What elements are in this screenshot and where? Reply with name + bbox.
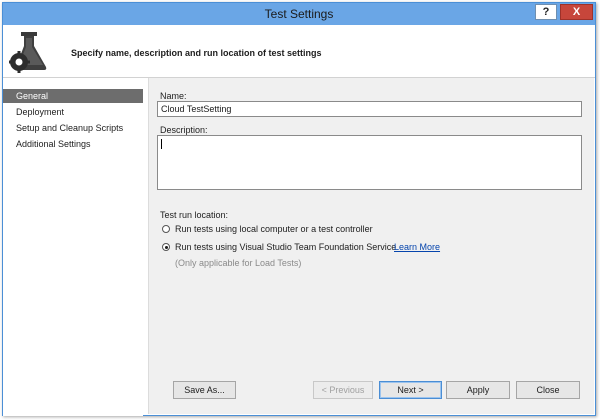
sidebar-item-additional-settings[interactable]: Additional Settings (3, 137, 143, 151)
sidebar-item-general[interactable]: General (3, 89, 143, 103)
apply-button[interactable]: Apply (446, 381, 510, 399)
local-computer-radio[interactable] (162, 225, 170, 233)
general-settings-panel: Name: Cloud TestSetting Description: Tes… (148, 78, 594, 414)
load-tests-note: (Only applicable for Load Tests) (175, 258, 302, 268)
window-title: Test Settings (264, 7, 334, 21)
team-foundation-service-option-label[interactable]: Run tests using Visual Studio Team Found… (175, 242, 396, 252)
description-label: Description: (160, 125, 208, 135)
close-button[interactable]: Close (516, 381, 580, 399)
window-close-button[interactable]: X (560, 4, 593, 20)
save-as-button[interactable]: Save As... (173, 381, 236, 399)
dialog-header: Specify name, description and run locati… (3, 25, 595, 78)
sidebar-item-deployment[interactable]: Deployment (3, 105, 143, 119)
flask-gear-icon (9, 32, 47, 73)
team-foundation-service-radio[interactable] (162, 243, 170, 251)
next-button[interactable]: Next > (379, 381, 442, 399)
sidebar-item-setup-cleanup-scripts[interactable]: Setup and Cleanup Scripts (3, 121, 143, 135)
help-button[interactable]: ? (535, 4, 557, 20)
learn-more-link[interactable]: Learn More (394, 242, 440, 252)
header-description: Specify name, description and run locati… (71, 48, 322, 58)
text-caret (161, 139, 162, 149)
settings-nav: General Deployment Setup and Cleanup Scr… (3, 86, 143, 416)
name-label: Name: (160, 91, 187, 101)
name-field[interactable]: Cloud TestSetting (157, 101, 582, 117)
test-settings-dialog: Test Settings ? X Specify name, descript… (2, 2, 596, 416)
name-value: Cloud TestSetting (161, 104, 232, 114)
previous-button[interactable]: < Previous (313, 381, 373, 399)
description-field[interactable] (157, 135, 582, 190)
run-location-label: Test run location: (160, 210, 229, 220)
local-computer-option-label[interactable]: Run tests using local computer or a test… (175, 224, 373, 234)
title-bar[interactable]: Test Settings ? X (3, 3, 595, 25)
